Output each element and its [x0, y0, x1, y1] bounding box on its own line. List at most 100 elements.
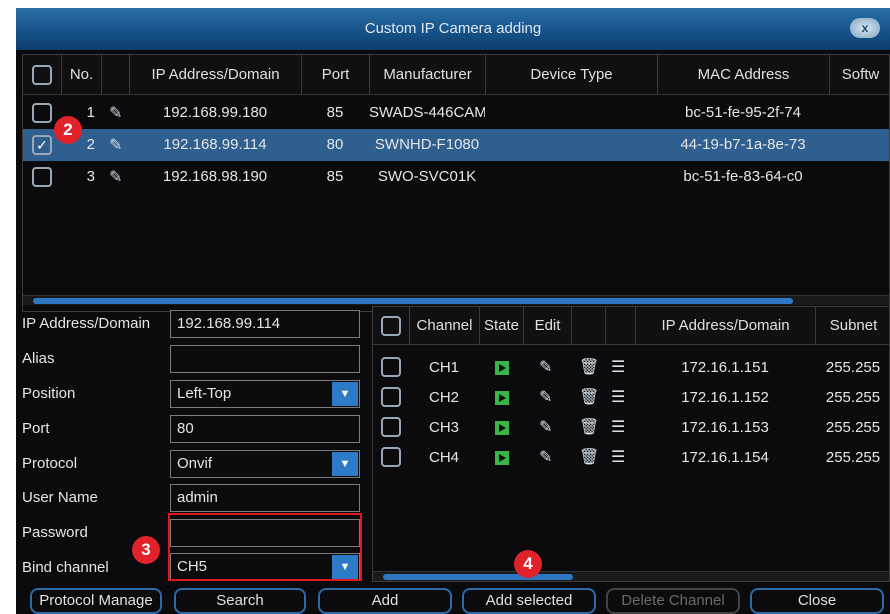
ip-field[interactable]: 192.168.99.114	[170, 310, 360, 338]
row-subnet: 255.255	[825, 359, 881, 376]
camera-row[interactable]: 3 ✎ 192.168.98.190 85 SWO-SVC01K bc-51-f…	[23, 161, 889, 193]
protocol-value: Onvif	[177, 455, 213, 472]
edit-list-icon[interactable]: ✎	[109, 135, 122, 155]
edit-list-icon[interactable]: ☰	[611, 413, 625, 443]
play-icon[interactable]	[495, 421, 509, 435]
protocol-select[interactable]: Onvif ▼	[170, 450, 360, 478]
channel-table: Channel State Edit IP Address/Domain Sub…	[372, 306, 890, 582]
channel-table-header: Channel State Edit IP Address/Domain Sub…	[373, 307, 889, 345]
step-marker-4: 4	[514, 550, 542, 578]
row-checkbox-checked[interactable]: ✓	[32, 135, 52, 155]
row-subnet: 255.255	[825, 449, 881, 466]
step-marker-2: 2	[54, 116, 82, 144]
header-mac: MAC Address	[657, 55, 829, 94]
add-selected-button[interactable]: Add selected	[462, 588, 596, 614]
trash-icon[interactable]: 🗑	[579, 383, 599, 413]
row-ip: 172.16.1.154	[681, 449, 769, 466]
row-ip: 192.168.99.114	[163, 136, 267, 153]
row-channel: CH2	[428, 389, 459, 406]
play-icon[interactable]	[495, 451, 509, 465]
position-label: Position	[22, 385, 76, 402]
play-icon[interactable]	[495, 391, 509, 405]
channel-table-scrollbar[interactable]	[373, 571, 889, 581]
header-software: Softw	[829, 55, 889, 94]
channel-row[interactable]: CH2 ✎ 🗑 ☰ 172.16.1.152 255.255	[373, 383, 889, 413]
search-button[interactable]: Search	[174, 588, 306, 614]
edit-list-icon[interactable]: ☰	[611, 443, 625, 473]
header-delete	[571, 307, 605, 344]
header-subnet: Subnet	[815, 307, 889, 344]
header-state: State	[479, 307, 523, 344]
channel-row[interactable]: CH1 ✎ 🗑 ☰ 172.16.1.151 255.255	[373, 353, 889, 383]
row-manufacturer: SWNHD-F1080	[374, 136, 480, 153]
row-mac: bc-51-fe-95-2f-74	[685, 104, 801, 121]
row-channel: CH1	[428, 359, 459, 376]
edit-list-icon[interactable]: ☰	[611, 353, 625, 383]
row-ip: 172.16.1.153	[681, 419, 769, 436]
row-ip: 172.16.1.152	[681, 389, 769, 406]
password-label: Password	[22, 524, 88, 541]
custom-ip-camera-dialog: Custom IP Camera adding x No. IP Address…	[16, 8, 890, 614]
delete-channel-button[interactable]: Delete Channel	[606, 588, 740, 614]
camera-row[interactable]: 1 ✎ 192.168.99.180 85 SWADS-446CAM bc-51…	[23, 97, 889, 129]
pencil-icon[interactable]: ✎	[539, 413, 552, 443]
header-port: Port	[301, 55, 369, 94]
row-port: 85	[326, 104, 344, 121]
header-ip: IP Address/Domain	[635, 307, 815, 344]
edit-list-icon[interactable]: ☰	[611, 383, 625, 413]
header-select-all[interactable]	[373, 307, 409, 344]
chevron-down-icon[interactable]: ▼	[332, 452, 358, 476]
port-label: Port	[22, 420, 50, 437]
header-select-all[interactable]	[23, 55, 61, 94]
channel-row[interactable]: CH4 ✎ 🗑 ☰ 172.16.1.154 255.255	[373, 443, 889, 473]
username-field[interactable]: admin	[170, 484, 360, 512]
chevron-down-icon[interactable]: ▼	[332, 382, 358, 406]
row-channel: CH3	[428, 419, 459, 436]
row-checkbox[interactable]	[32, 167, 52, 187]
trash-icon[interactable]: 🗑	[579, 413, 599, 443]
pencil-icon[interactable]: ✎	[539, 383, 552, 413]
highlight-box	[168, 513, 362, 581]
select-all-checkbox[interactable]	[381, 316, 401, 336]
bind-channel-label: Bind channel	[22, 559, 109, 576]
position-select[interactable]: Left-Top ▼	[170, 380, 360, 408]
row-subnet: 255.255	[825, 389, 881, 406]
pencil-icon[interactable]: ✎	[539, 353, 552, 383]
pencil-icon[interactable]: ✎	[539, 443, 552, 473]
row-checkbox[interactable]	[381, 387, 401, 407]
camera-table: No. IP Address/Domain Port Manufacturer …	[22, 54, 890, 312]
scrollbar-thumb[interactable]	[33, 298, 793, 304]
select-all-checkbox[interactable]	[32, 65, 52, 85]
add-button[interactable]: Add	[318, 588, 452, 614]
alias-field[interactable]	[170, 345, 360, 373]
camera-table-scrollbar[interactable]	[23, 295, 889, 305]
alias-label: Alias	[22, 350, 55, 367]
edit-list-icon[interactable]: ✎	[109, 103, 122, 123]
row-checkbox[interactable]	[381, 357, 401, 377]
scrollbar-thumb[interactable]	[383, 574, 573, 580]
trash-icon[interactable]: 🗑	[579, 443, 599, 473]
channel-row[interactable]: CH3 ✎ 🗑 ☰ 172.16.1.153 255.255	[373, 413, 889, 443]
row-manufacturer: SWO-SVC01K	[377, 168, 477, 185]
header-no: No.	[61, 55, 101, 94]
trash-icon[interactable]: 🗑	[579, 353, 599, 383]
header-edit: Edit	[523, 307, 571, 344]
close-button[interactable]: Close	[750, 588, 884, 614]
header-edit	[101, 55, 129, 94]
protocol-manage-button[interactable]: Protocol Manage	[30, 588, 162, 614]
row-ip: 192.168.99.180	[162, 104, 268, 121]
row-port: 85	[326, 168, 344, 185]
camera-row-selected[interactable]: ✓ 2 ✎ 192.168.99.114 80 SWNHD-F1080 44-1…	[23, 129, 889, 161]
row-checkbox[interactable]	[32, 103, 52, 123]
play-icon[interactable]	[495, 361, 509, 375]
close-icon[interactable]: x	[850, 18, 880, 38]
edit-list-icon[interactable]: ✎	[109, 167, 122, 187]
header-channel: Channel	[409, 307, 479, 344]
row-checkbox[interactable]	[381, 417, 401, 437]
port-field[interactable]: 80	[170, 415, 360, 443]
row-ip: 192.168.98.190	[162, 168, 268, 185]
row-checkbox[interactable]	[381, 447, 401, 467]
header-info	[605, 307, 635, 344]
row-ip: 172.16.1.151	[681, 359, 769, 376]
camera-table-header: No. IP Address/Domain Port Manufacturer …	[23, 55, 889, 95]
